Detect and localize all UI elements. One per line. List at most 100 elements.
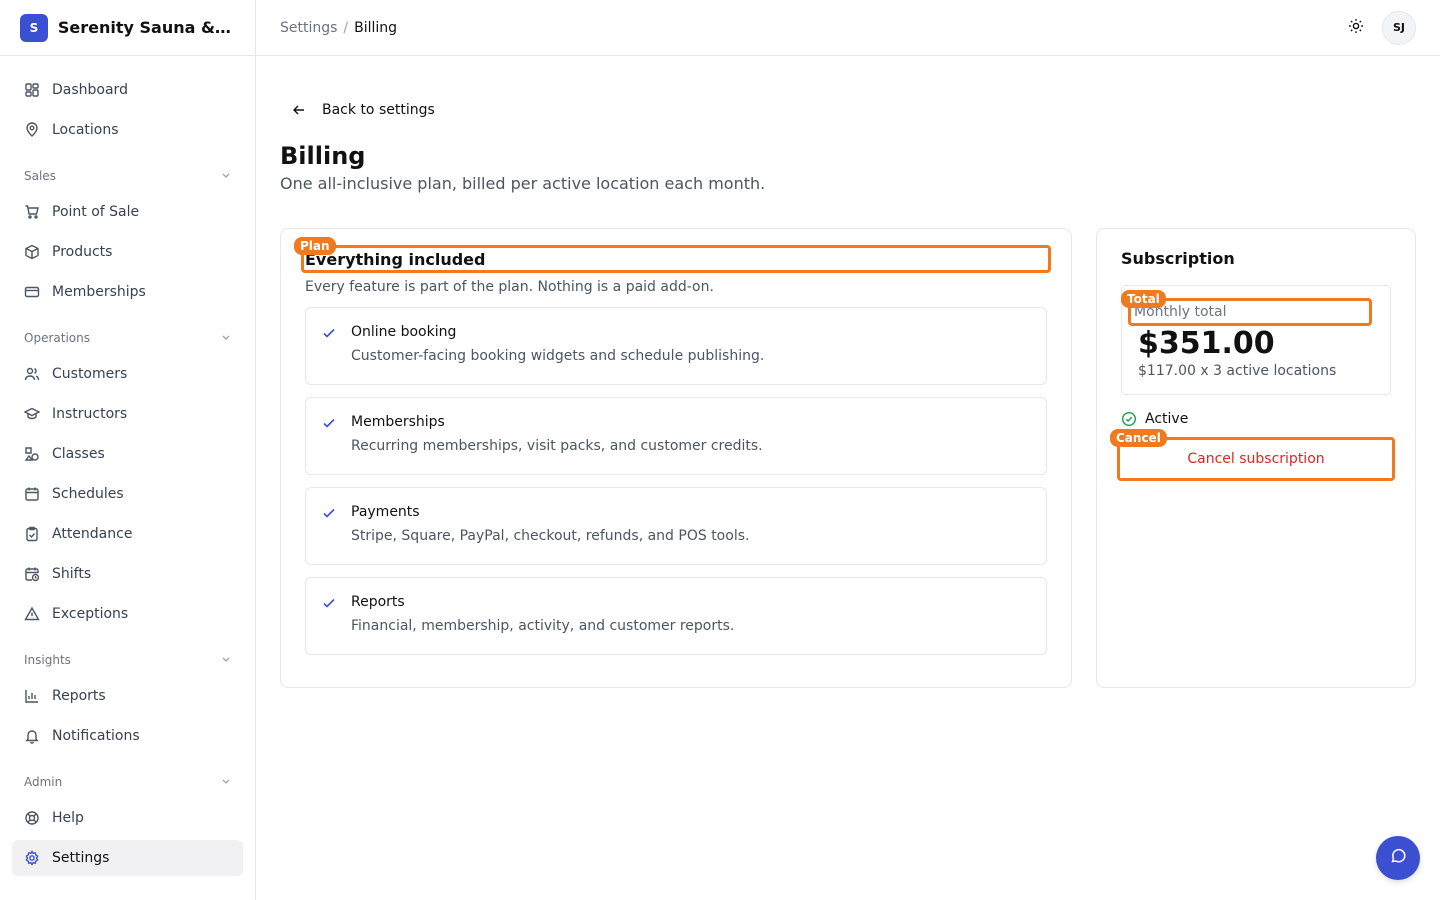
sidebar-item-classes[interactable]: Classes [12,436,243,472]
check-icon [322,505,340,564]
nav-group-sales[interactable]: Sales [12,166,243,186]
back-label: Back to settings [322,102,435,118]
sidebar-item-help[interactable]: Help [12,800,243,836]
check-circle-icon [1121,411,1137,427]
feature-item: Memberships Recurring memberships, visit … [305,397,1047,475]
sidebar-item-label: Attendance [52,526,133,542]
nav-group-operations[interactable]: Operations [12,328,243,348]
sidebar-item-label: Products [52,244,113,260]
calendar-icon [24,486,40,502]
nav-group-admin[interactable]: Admin [12,772,243,792]
sidebar-nav: Dashboard Locations Sales Point of Sale … [0,56,255,896]
check-icon [322,415,340,474]
feature-name: Reports [351,594,405,610]
sidebar-item-reports[interactable]: Reports [12,678,243,714]
total-label-highlight: Total Monthly total [1121,290,1372,326]
status-label: Active [1145,411,1189,427]
breadcrumb: Settings / Billing [280,20,397,36]
theme-toggle-button[interactable] [1344,16,1368,40]
subscription-title: Subscription [1121,249,1235,268]
breadcrumb-current: Billing [354,19,398,36]
lifebuoy-icon [24,810,40,826]
sidebar-item-instructors[interactable]: Instructors [12,396,243,432]
card-icon [24,284,40,300]
sidebar-item-exceptions[interactable]: Exceptions [12,596,243,632]
avatar[interactable]: SJ [1382,10,1416,45]
dashboard-icon [24,82,40,98]
calendar-clock-icon [24,566,40,582]
sidebar-item-label: Help [52,810,84,826]
sidebar: S Serenity Sauna & Spa Dashboard Locatio… [0,0,256,900]
sidebar-item-label: Dashboard [52,82,128,98]
breadcrumb-parent[interactable]: Settings [280,20,337,36]
feature-item: Online booking Customer-facing booking wi… [305,307,1047,385]
sidebar-item-label: Point of Sale [52,204,140,220]
sidebar-item-label: Notifications [52,728,140,744]
page-title: Billing [280,142,366,170]
users-icon [24,366,40,382]
feature-name: Memberships [351,414,445,430]
gear-icon [24,850,40,866]
header-actions: SJ [1344,10,1416,45]
back-to-settings-button[interactable]: Back to settings [280,92,447,128]
check-icon [322,325,340,384]
sidebar-item-label: Shifts [52,566,92,582]
sidebar-item-label: Schedules [52,486,124,502]
feature-name: Payments [351,504,420,520]
subscription-status: Active [1121,411,1391,427]
chevron-down-icon [221,776,231,789]
chevron-down-icon [221,654,231,667]
total-amount: $351.00 [1138,326,1275,361]
sidebar-item-dashboard[interactable]: Dashboard [12,72,243,108]
arrow-left-icon [292,103,306,117]
cart-icon [24,204,40,220]
monthly-total-box: Total Monthly total $351.00 $117.00 x 3 … [1121,285,1391,395]
sidebar-item-memberships[interactable]: Memberships [12,274,243,310]
box-icon [24,244,40,260]
chat-icon [1389,847,1407,869]
sun-icon [1348,18,1364,38]
sidebar-item-customers[interactable]: Customers [12,356,243,392]
sidebar-item-shifts[interactable]: Shifts [12,556,243,592]
feature-item: Reports Financial, membership, activity, … [305,577,1047,655]
plan-tag: Plan [294,237,336,255]
sidebar-item-label: Reports [52,688,106,704]
feature-description: Financial, membership, activity, and cus… [351,618,735,634]
warning-icon [24,606,40,622]
brand[interactable]: S Serenity Sauna & Spa [0,0,255,56]
chevron-down-icon [221,170,231,183]
total-tag: Total [1121,290,1166,308]
total-detail: $117.00 x 3 active locations [1138,363,1337,379]
sidebar-item-point-of-sale[interactable]: Point of Sale [12,194,243,230]
sidebar-item-label: Locations [52,122,119,138]
nav-group-label: Admin [24,775,63,789]
sidebar-item-schedules[interactable]: Schedules [12,476,243,512]
feature-description: Stripe, Square, PayPal, checkout, refund… [351,528,750,544]
check-icon [322,595,340,654]
sidebar-item-attendance[interactable]: Attendance [12,516,243,552]
nav-group-label: Insights [24,653,71,667]
sidebar-item-label: Classes [52,446,105,462]
sidebar-item-settings[interactable]: Settings [12,840,243,876]
brand-name: Serenity Sauna & Spa [57,18,235,37]
feature-description: Customer-facing booking widgets and sche… [351,348,765,364]
feature-description: Recurring memberships, visit packs, and … [351,438,763,454]
plan-title-highlight: Plan Everything included [294,237,1051,273]
nav-group-label: Operations [24,331,90,345]
nav-group-label: Sales [24,169,56,183]
cancel-tag: Cancel [1110,429,1167,447]
sidebar-item-locations[interactable]: Locations [12,112,243,148]
sidebar-item-notifications[interactable]: Notifications [12,718,243,754]
chat-button[interactable] [1376,836,1420,880]
brand-logo: S [20,13,48,42]
sidebar-item-label: Settings [52,850,110,866]
clipboard-check-icon [24,526,40,542]
shapes-icon [24,446,40,462]
nav-group-insights[interactable]: Insights [12,650,243,670]
sidebar-item-label: Instructors [52,406,128,422]
top-bar: Settings / Billing SJ [256,0,1440,56]
sidebar-item-label: Customers [52,366,128,382]
sidebar-item-products[interactable]: Products [12,234,243,270]
chevron-down-icon [221,332,231,345]
breadcrumb-separator: / [343,19,349,36]
